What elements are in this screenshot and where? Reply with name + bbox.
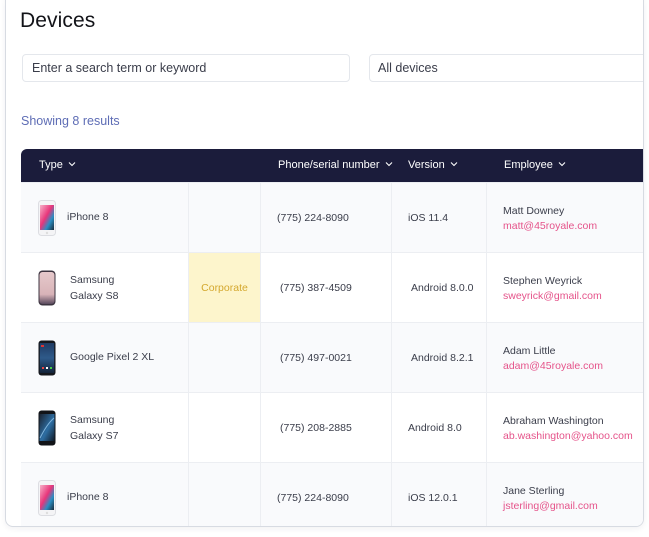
employee-name: Matt Downey (503, 205, 565, 217)
table-row[interactable]: iPhone 8 (775) 224-8090 iOS 11.4 Matt Do… (21, 182, 643, 252)
tag-cell (188, 183, 261, 252)
table-row[interactable]: iPhone 8 (775) 224-8090 iOS 12.0.1 Jane … (21, 462, 643, 526)
employee-email-link[interactable]: adam@45royale.com (503, 360, 603, 372)
samsung-galaxy-s7-icon (38, 410, 56, 446)
page-title: Devices (20, 9, 96, 32)
chevron-down-icon (385, 162, 392, 167)
table-row[interactable]: Samsung Galaxy S8 Corporate (775) 387-45… (21, 252, 643, 322)
type-cell: Google Pixel 2 XL (21, 323, 188, 392)
device-name-line: Galaxy S8 (70, 290, 119, 302)
employee-cell: Abraham Washington ab.washington@yahoo.c… (487, 393, 643, 462)
employee-name: Adam Little (503, 345, 556, 357)
os-version: iOS 11.4 (408, 211, 449, 224)
tag-cell (188, 393, 261, 462)
version-cell: iOS 12.0.1 (391, 463, 487, 526)
employee-cell: Matt Downey matt@45royale.com (487, 183, 643, 252)
corporate-tag: Corporate (201, 281, 248, 294)
chevron-down-icon (68, 162, 76, 167)
device-name: iPhone 8 (67, 211, 109, 223)
column-label: Employee (504, 159, 553, 171)
employee-cell: Stephen Weyrick sweyrick@gmail.com (487, 253, 643, 322)
google-pixel-2-xl-icon (38, 340, 56, 376)
version-cell: Android 8.0 (391, 393, 487, 462)
column-label: Type (39, 159, 63, 171)
phone-number: (775) 224-8090 (277, 211, 349, 224)
device-name-line: Galaxy S7 (70, 430, 119, 442)
employee-name: Jane Sterling (503, 485, 565, 497)
employee-email-link[interactable]: jsterling@gmail.com (503, 500, 598, 512)
results-count: Showing 8 results (21, 114, 120, 128)
column-label: Phone/serial number (278, 159, 380, 171)
table-row[interactable]: Samsung Galaxy S7 (775) 208-2885 Android… (21, 392, 643, 462)
employee-email-link[interactable]: matt@45royale.com (503, 220, 597, 232)
employee-cell: Adam Little adam@45royale.com (487, 323, 643, 392)
tag-cell (188, 463, 261, 526)
device-name: Google Pixel 2 XL (70, 351, 155, 363)
column-label: Version (408, 159, 445, 171)
os-version: Android 8.2.1 (411, 351, 474, 364)
tag-cell (188, 323, 261, 392)
column-header-version[interactable]: Version (408, 149, 458, 182)
chevron-down-icon (558, 162, 566, 167)
search-input[interactable]: Enter a search term or keyword (22, 54, 350, 82)
phone-cell: (775) 387-4509 (261, 253, 391, 322)
iphone-8-icon (38, 480, 56, 516)
phone-number: (775) 497-0021 (280, 351, 352, 364)
type-cell: Samsung Galaxy S7 (21, 393, 188, 462)
phone-cell: (775) 224-8090 (261, 183, 391, 252)
chevron-down-icon (450, 162, 458, 167)
employee-email-link[interactable]: sweyrick@gmail.com (503, 290, 602, 302)
device-name: iPhone 8 (67, 491, 109, 503)
employee-cell: Jane Sterling jsterling@gmail.com (487, 463, 643, 526)
employee-name: Abraham Washington (503, 415, 604, 427)
employee-email-link[interactable]: ab.washington@yahoo.com (503, 430, 633, 442)
devices-card: Devices Enter a search term or keyword A… (5, 0, 644, 527)
column-header-type[interactable]: Type (39, 149, 76, 182)
os-version: iOS 12.0.1 (408, 491, 458, 504)
version-cell: Android 8.2.1 (391, 323, 487, 392)
type-cell: iPhone 8 (21, 463, 188, 526)
phone-number: (775) 224-8090 (277, 491, 349, 504)
os-version: Android 8.0 (408, 421, 462, 434)
table-header: Type Phone/serial number Version Employe… (21, 149, 643, 182)
phone-cell: (775) 208-2885 (261, 393, 391, 462)
type-cell: Samsung Galaxy S8 (21, 253, 188, 322)
column-header-employee[interactable]: Employee (504, 149, 566, 182)
devices-table: Type Phone/serial number Version Employe… (21, 149, 643, 526)
version-cell: Android 8.0.0 (391, 253, 487, 322)
iphone-8-icon (38, 200, 56, 236)
device-filter-select[interactable]: All devices (369, 54, 643, 82)
phone-cell: (775) 224-8090 (261, 463, 391, 526)
os-version: Android 8.0.0 (411, 281, 474, 294)
version-cell: iOS 11.4 (391, 183, 487, 252)
samsung-galaxy-s8-icon (38, 270, 56, 306)
employee-name: Stephen Weyrick (503, 275, 583, 287)
type-cell: iPhone 8 (21, 183, 188, 252)
phone-number: (775) 208-2885 (280, 421, 352, 434)
device-name-line: Samsung (70, 414, 115, 426)
table-row[interactable]: Google Pixel 2 XL (775) 497-0021 Android… (21, 322, 643, 392)
column-header-phone[interactable]: Phone/serial number (278, 149, 393, 182)
device-name-line: Samsung (70, 274, 115, 286)
tag-cell: Corporate (188, 253, 261, 322)
phone-cell: (775) 497-0021 (261, 323, 391, 392)
phone-number: (775) 387-4509 (280, 281, 352, 294)
